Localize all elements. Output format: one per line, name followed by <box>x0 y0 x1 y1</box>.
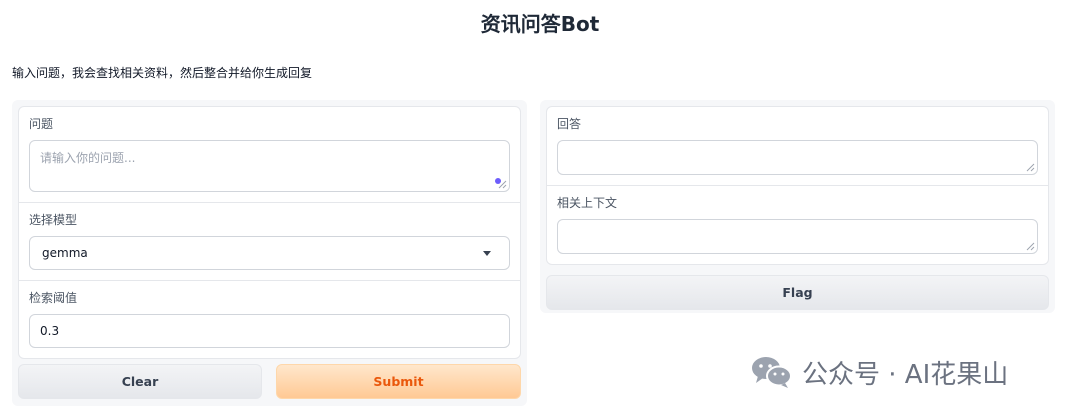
clear-button[interactable]: Clear <box>18 364 262 399</box>
page-description: 输入问题，我会查找相关资料，然后整合并给你生成回复 <box>12 66 313 80</box>
answer-label: 回答 <box>557 117 582 131</box>
resize-handle-icon[interactable] <box>1026 163 1035 172</box>
model-select[interactable]: gemma <box>29 236 510 270</box>
output-column: 回答 相关上下文 Flag <box>540 100 1055 313</box>
chevron-down-icon <box>483 251 491 256</box>
question-label: 问题 <box>29 117 54 131</box>
watermark-text: 公众号 · AI花果山 <box>802 359 1009 390</box>
model-value: gemma <box>42 246 88 260</box>
answer-output[interactable] <box>557 140 1038 175</box>
resize-handle-icon[interactable] <box>498 180 507 189</box>
threshold-value: 0.3 <box>40 324 60 338</box>
wechat-icon <box>752 357 792 388</box>
threshold-input[interactable]: 0.3 <box>29 314 510 348</box>
model-label: 选择模型 <box>29 213 78 227</box>
input-column: 问题 请输入你的问题... 选择模型 gemma 检索阈值 0.3 Clear … <box>12 100 527 406</box>
model-block: 选择模型 gemma <box>19 202 520 280</box>
answer-block: 回答 <box>547 107 1048 185</box>
context-block: 相关上下文 <box>547 185 1048 264</box>
question-input[interactable]: 请输入你的问题... <box>29 140 510 192</box>
output-panel: 回答 相关上下文 <box>546 106 1049 265</box>
question-block: 问题 请输入你的问题... <box>19 107 520 202</box>
resize-handle-icon[interactable] <box>1026 242 1035 251</box>
submit-button[interactable]: Submit <box>276 364 521 399</box>
context-label: 相关上下文 <box>557 196 618 210</box>
input-panel: 问题 请输入你的问题... 选择模型 gemma 检索阈值 0.3 <box>18 106 521 359</box>
flag-button[interactable]: Flag <box>546 275 1049 310</box>
page: 资讯问答Bot 输入问题，我会查找相关资料，然后整合并给你生成回复 问题 请输入… <box>0 0 1080 415</box>
page-title: 资讯问答Bot <box>480 12 600 36</box>
threshold-block: 检索阈值 0.3 <box>19 280 520 358</box>
context-output[interactable] <box>557 219 1038 254</box>
watermark: 公众号 · AI花果山 <box>750 352 1008 392</box>
threshold-label: 检索阈值 <box>29 291 78 305</box>
question-placeholder: 请输入你的问题... <box>40 151 136 165</box>
action-buttons: Clear Submit <box>18 364 521 399</box>
